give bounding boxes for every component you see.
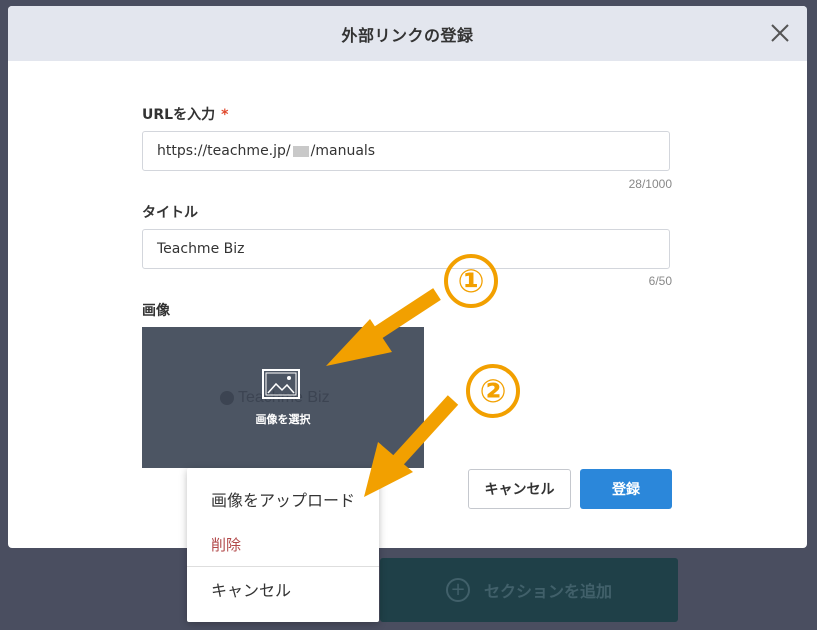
modal-title: 外部リンクの登録 [341, 25, 474, 45]
modal-header: 外部リンクの登録 [8, 6, 807, 61]
url-input[interactable]: https://teachme.jp//manuals [142, 131, 670, 171]
external-link-modal: 外部リンクの登録 URLを入力 * https://teachme.jp//man… [8, 6, 807, 548]
url-char-counter: 28/1000 [628, 177, 672, 191]
image-icon [262, 369, 300, 399]
title-label: タイトル [142, 205, 198, 221]
close-icon[interactable] [769, 22, 791, 44]
plus-circle-icon: + [445, 578, 470, 602]
register-button[interactable]: 登録 [580, 469, 672, 509]
url-label: URLを入力 * [142, 107, 229, 123]
image-select-label: 画像を選択 [255, 413, 311, 426]
image-select-area[interactable]: Teachme Biz 画像を選択 [142, 327, 424, 468]
annotation-badge-1: ① [444, 254, 498, 308]
title-input[interactable]: Teachme Biz [142, 229, 670, 269]
owl-logo-icon [220, 391, 234, 405]
image-options-menu: 画像をアップロード 削除 キャンセル [187, 468, 379, 622]
menu-item-delete[interactable]: 削除 [187, 522, 379, 566]
cancel-button[interactable]: キャンセル [468, 469, 571, 509]
add-section-button: + セクションを追加 [380, 558, 678, 622]
menu-item-upload-image[interactable]: 画像をアップロード [187, 477, 379, 521]
image-label: 画像 [142, 303, 170, 319]
redacted-segment [292, 145, 309, 157]
menu-item-cancel[interactable]: キャンセル [187, 567, 379, 611]
annotation-badge-2: ② [466, 364, 520, 418]
add-section-label: セクションを追加 [483, 582, 612, 601]
title-char-counter: 6/50 [648, 274, 672, 288]
required-mark: * [221, 107, 229, 123]
